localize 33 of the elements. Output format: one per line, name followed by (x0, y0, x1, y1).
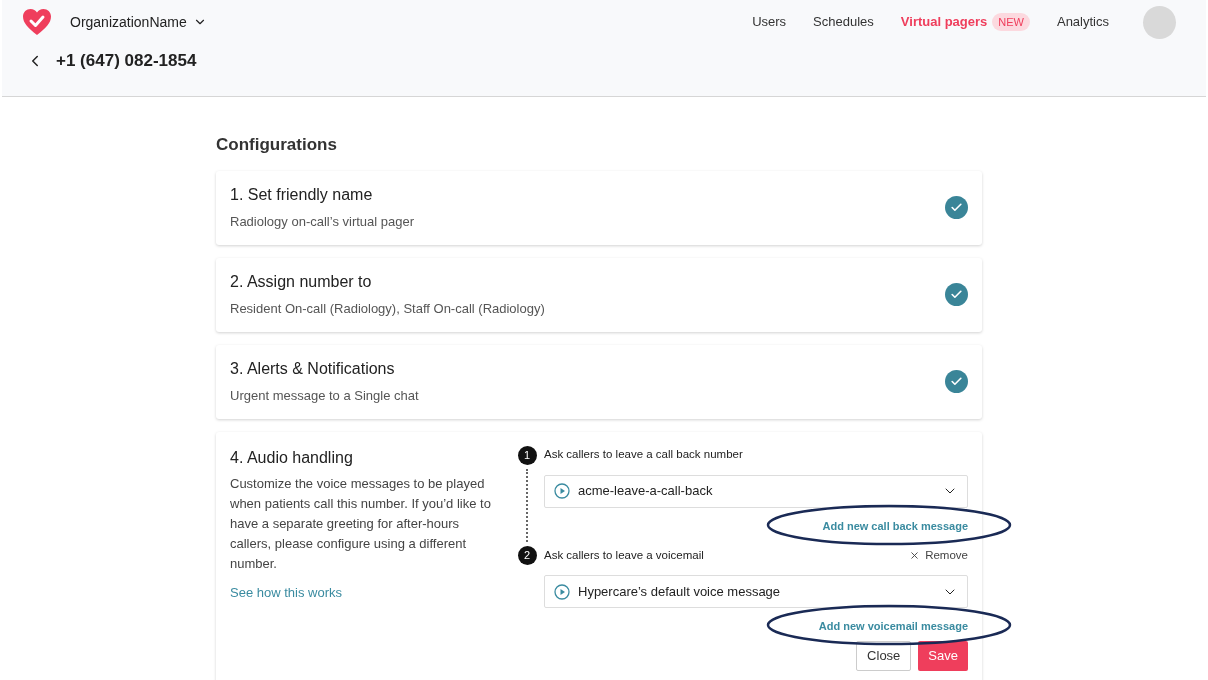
step-description: Customize the voice messages to be played when patients call this number. If you’d like to have a separate greeting for after-hours callers, please configure using a different number. (230, 474, 492, 573)
nav-link[interactable]: Schedules (813, 12, 874, 32)
step-title: 2. Assign number to (230, 272, 373, 293)
message-select[interactable]: acme-leave-a-call-back (544, 474, 968, 508)
remove-button[interactable]: Remove (909, 546, 968, 565)
message-select[interactable]: Hypercare’s default voice message (544, 575, 968, 608)
step-number: 1 (517, 445, 537, 465)
help-link[interactable]: See how this works (230, 582, 496, 602)
nav-link[interactable]: Analytics (1056, 12, 1109, 32)
step-title: 3. Alerts & Notifications (230, 359, 396, 380)
section-title: Configurations (216, 134, 338, 156)
step-title: 1. Set friendly name (230, 185, 374, 206)
nav-link[interactable]: Users (752, 12, 787, 32)
step-summary: Resident On-call (Radiology), Staff On-call (Radiology) (230, 300, 546, 319)
step-card[interactable]: 1. Set friendly name Radiology on-call’s virtual pager (216, 170, 982, 245)
page-title: +1 (647) 082-1854 (56, 50, 197, 72)
step-title: 4. Audio handling (230, 447, 354, 468)
save-button[interactable]: Save (918, 640, 968, 671)
prompt-label: Ask callers to leave a voicemail (544, 547, 705, 563)
nav-link[interactable]: Virtual pagers NEW (900, 12, 1030, 32)
step-card[interactable]: 2. Assign number to Resident On-call (Radiology), Staff On-call (Radiology) (216, 257, 982, 332)
prompt-label: Ask callers to leave a call back number (544, 447, 744, 463)
step-summary: Urgent message to a Single chat (230, 387, 420, 406)
close-icon (909, 550, 921, 561)
step-summary: Radiology on-call’s virtual pager (230, 213, 416, 232)
step-card[interactable]: 3. Alerts & Notifications Urgent message to a Single chat (216, 344, 982, 419)
close-button[interactable]: Close (856, 640, 912, 671)
heart-check-logo[interactable] (22, 8, 52, 36)
organization-dropdown[interactable]: OrganizationName (70, 11, 207, 33)
play-icon (554, 583, 570, 600)
play-icon (554, 483, 570, 499)
step-number: 2 (517, 546, 537, 565)
new-badge: NEW (992, 12, 1030, 32)
